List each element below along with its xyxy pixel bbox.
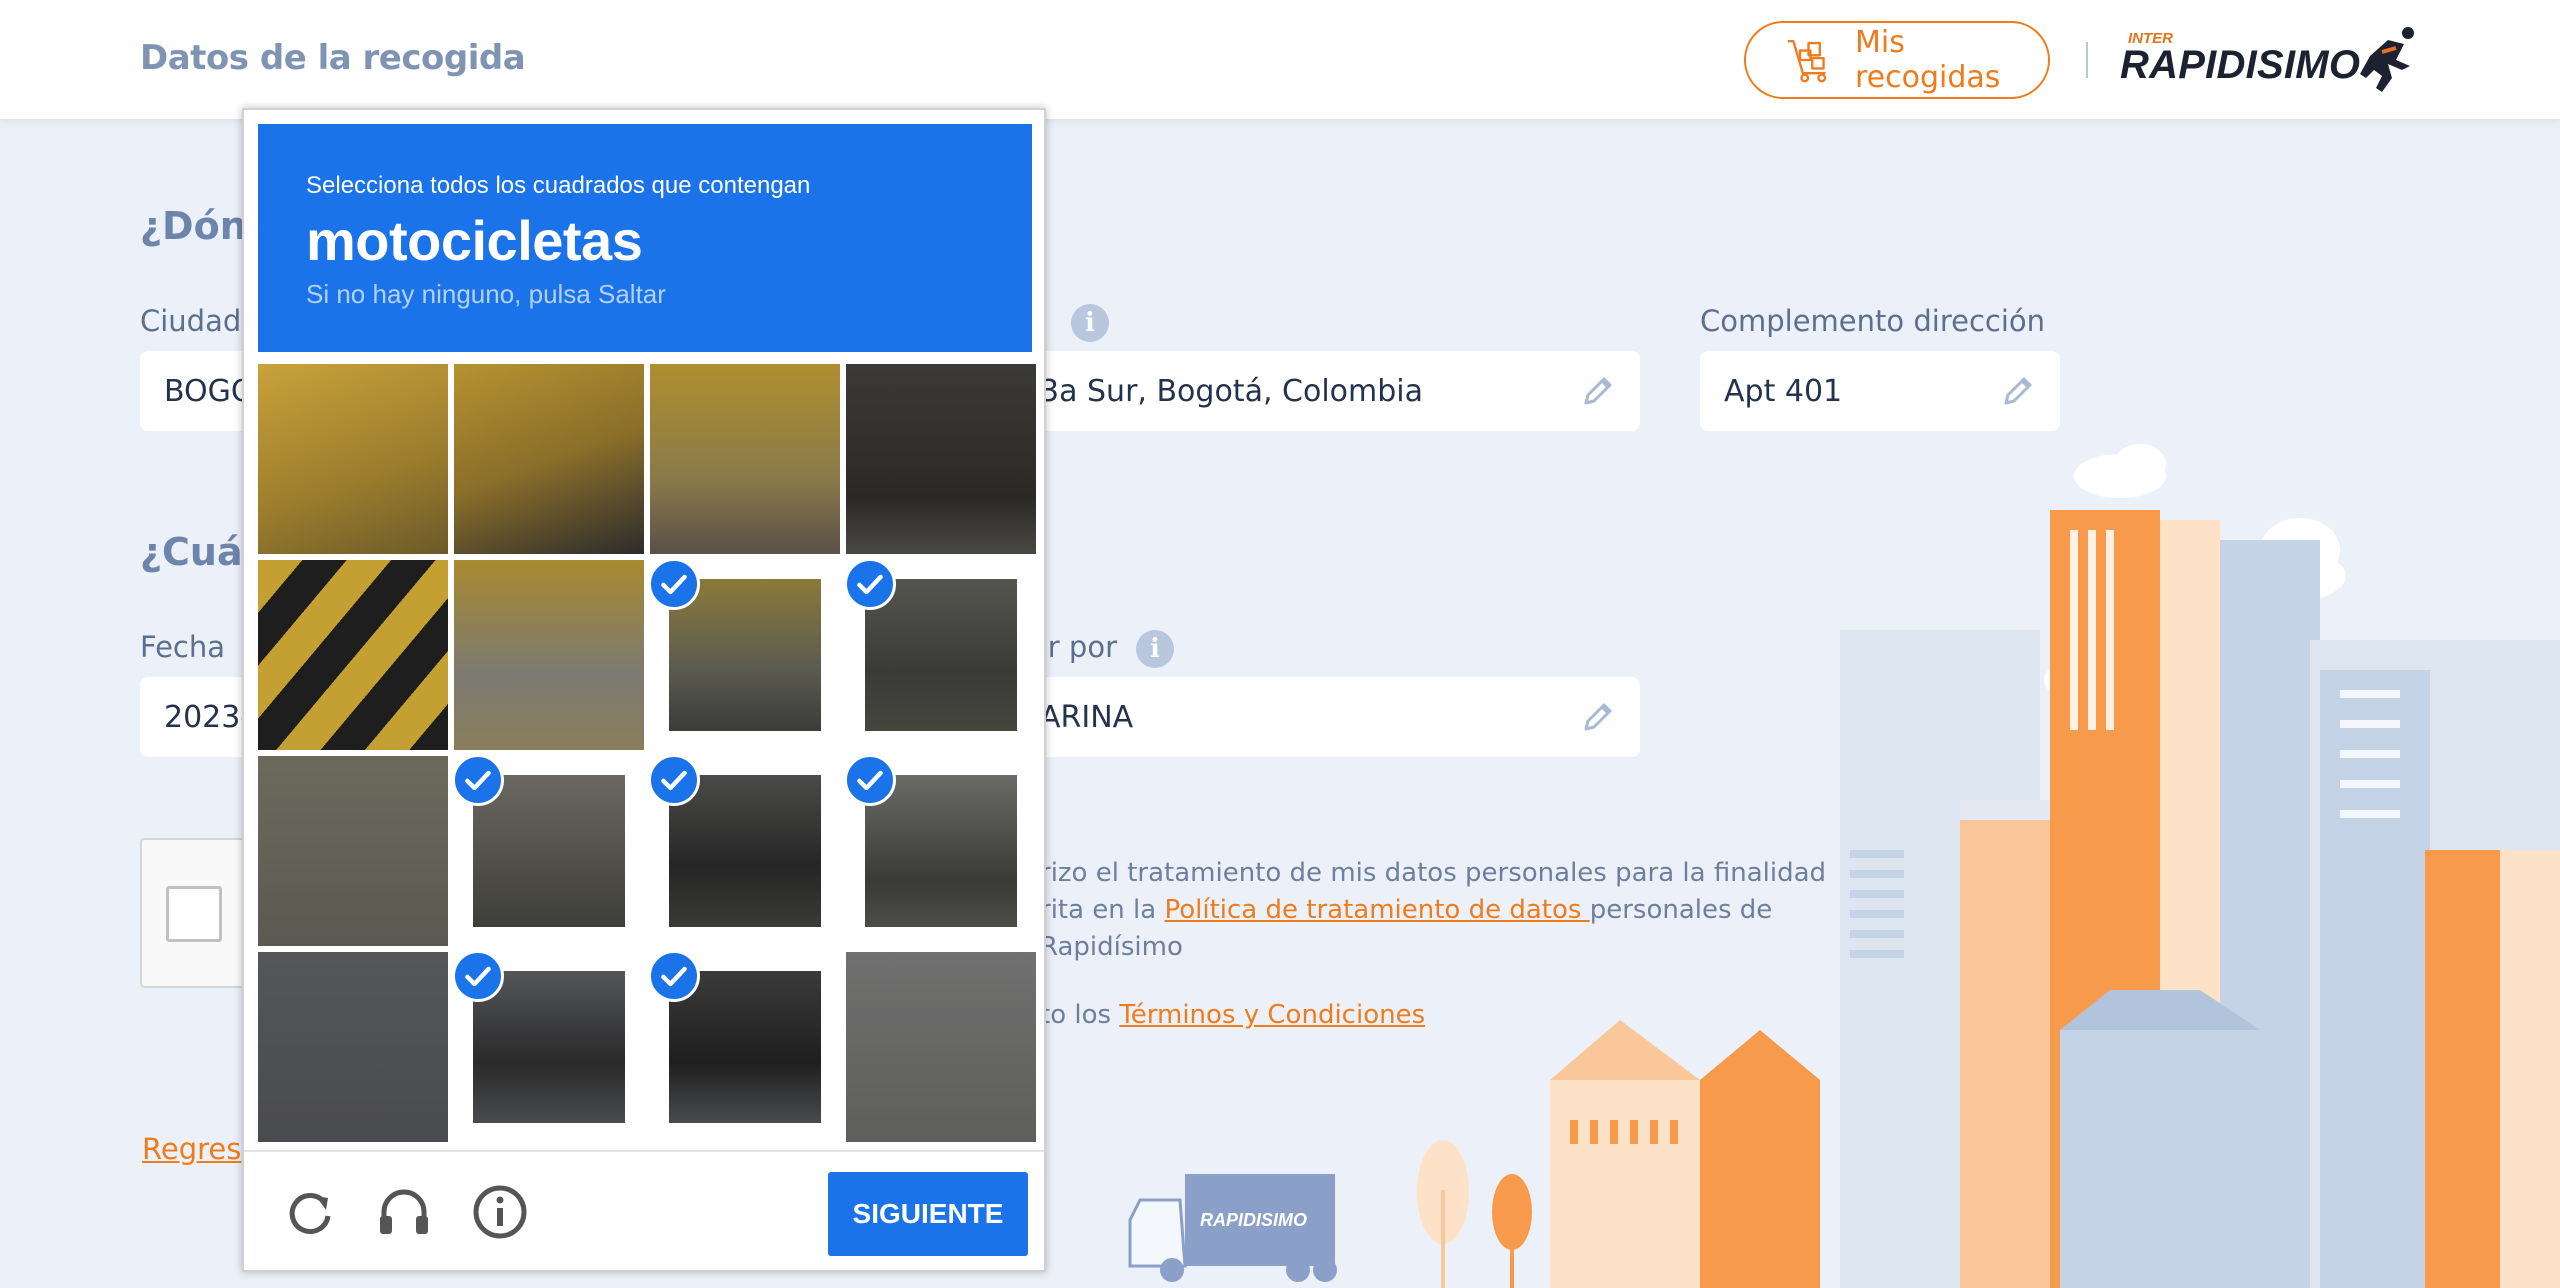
mis-recogidas-button[interactable]: Mis recogidas xyxy=(1744,21,2050,99)
captcha-tile[interactable] xyxy=(846,364,1036,554)
captcha-tile-image xyxy=(258,364,448,554)
pencil-icon[interactable] xyxy=(1998,371,2038,411)
truck-icon: RAPIDISIMO xyxy=(1128,1174,1337,1282)
page-title: Datos de la recogida xyxy=(140,38,526,78)
svg-text:RAPIDISIMO: RAPIDISIMO xyxy=(2120,43,2360,87)
recaptcha-footer: SIGUIENTE xyxy=(244,1150,1044,1270)
info-icon[interactable] xyxy=(470,1182,530,1242)
captcha-tile[interactable] xyxy=(258,952,448,1142)
mis-recogidas-label: Mis recogidas xyxy=(1855,25,2001,95)
audio-icon[interactable] xyxy=(374,1182,434,1242)
cart-icon xyxy=(1787,39,1827,83)
address-info-icon[interactable]: i xyxy=(1071,304,1109,342)
captcha-tile[interactable] xyxy=(846,560,1036,750)
captcha-tile-image xyxy=(258,756,448,946)
section-where-title: ¿Dón xyxy=(140,204,247,248)
interrapidisimo-logo: INTER RAPIDISIMO xyxy=(2120,27,2414,92)
header-divider xyxy=(2086,42,2088,78)
captcha-tile[interactable] xyxy=(650,560,840,750)
captcha-tile[interactable] xyxy=(650,756,840,946)
recaptcha-instruction: Selecciona todos los cuadrados que conte… xyxy=(306,172,811,199)
captcha-tile[interactable] xyxy=(846,952,1036,1142)
city-illustration: RAPIDISIMO xyxy=(1128,444,2560,1288)
back-link[interactable]: Regres xyxy=(142,1132,241,1166)
recaptcha-object: motocicletas xyxy=(306,209,643,272)
captcha-tile[interactable] xyxy=(454,364,644,554)
captcha-tile-image xyxy=(650,364,840,554)
captcha-tile[interactable] xyxy=(258,756,448,946)
captcha-tile-image xyxy=(846,952,1036,1142)
captcha-tile-image xyxy=(454,560,644,750)
svg-text:RAPIDISIMO: RAPIDISIMO xyxy=(1200,1210,1307,1230)
header: Datos de la recogida Mis recogidas INTER… xyxy=(0,0,2560,119)
captcha-tile[interactable] xyxy=(846,756,1036,946)
recaptcha-checkbox[interactable] xyxy=(166,886,222,942)
complement-value: Apt 401 xyxy=(1724,373,1843,409)
complement-field[interactable]: Apt 401 xyxy=(1700,351,2060,431)
captcha-tile[interactable] xyxy=(650,952,840,1142)
captcha-tile[interactable] xyxy=(454,560,644,750)
captcha-tile[interactable] xyxy=(258,560,448,750)
recaptcha-image-grid xyxy=(258,364,1036,1142)
captcha-tile[interactable] xyxy=(454,756,644,946)
reload-icon[interactable] xyxy=(280,1182,340,1242)
recaptcha-skip-hint: Si no hay ninguno, pulsa Saltar xyxy=(306,279,666,309)
recaptcha-challenge: Selecciona todos los cuadrados que conte… xyxy=(242,108,1046,1272)
next-button[interactable]: SIGUIENTE xyxy=(828,1172,1028,1256)
captcha-tile-image xyxy=(258,560,448,750)
recaptcha-header: Selecciona todos los cuadrados que conte… xyxy=(258,124,1032,352)
captcha-tile[interactable] xyxy=(258,364,448,554)
address-value: 3a Sur, Bogotá, Colombia xyxy=(1040,373,1423,409)
complement-label: Complemento dirección xyxy=(1700,304,2046,338)
city-label: Ciudad xyxy=(140,304,242,338)
pencil-icon[interactable] xyxy=(1578,371,1618,411)
captcha-tile-image xyxy=(258,952,448,1142)
captcha-tile-image xyxy=(454,364,644,554)
captcha-tile[interactable] xyxy=(454,952,644,1142)
date-label: Fecha xyxy=(140,630,226,664)
captcha-tile[interactable] xyxy=(650,364,840,554)
address-field[interactable]: 3a Sur, Bogotá, Colombia xyxy=(1030,351,1640,431)
captcha-tile-image xyxy=(846,364,1036,554)
